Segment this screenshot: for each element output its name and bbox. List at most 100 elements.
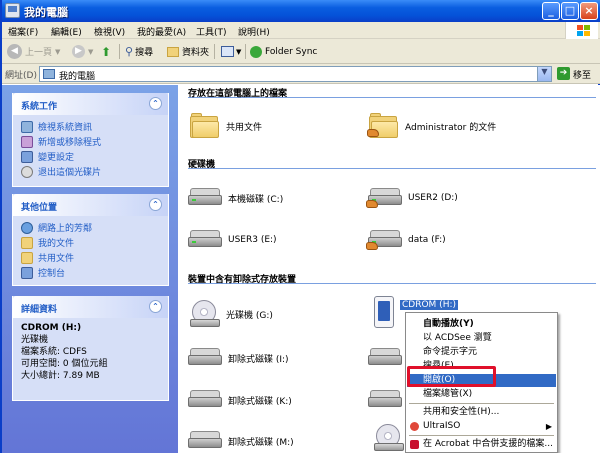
search-icon: ⚲ [125,45,134,58]
ctx-acdsee[interactable]: 以 ACDSee 瀏覽 [407,332,556,345]
place-label: 控制台 [38,269,66,279]
go-arrow-icon[interactable]: ➔ [557,67,570,80]
search-button[interactable]: ⚲ 搜尋 [125,43,153,60]
minimize-button[interactable]: _ [542,2,560,20]
menu-favorites[interactable]: 我的最愛(A) [137,25,186,38]
system-tasks-title: 系統工作 [21,102,58,112]
forward-button[interactable]: ▶ ▼ [72,43,93,60]
ctx-explorer[interactable]: 檔案總管(X) [407,388,556,401]
address-bar: 網址(D) 我的電腦 ▼ ➔ 移至 [2,64,600,84]
item-label: 卸除式磁碟 (K:) [228,396,292,407]
item-label: CDROM (H:) [400,300,458,310]
close-button[interactable]: × [580,2,598,20]
system-tasks-panel: 系統工作 ⌃ 檢視系統資訊 新增或移除程式 變更設定 退出這個光碟片 [12,93,169,187]
drive-g[interactable]: 光碟機 (G:) [190,297,273,331]
hard-drive-icon [188,230,222,250]
menu-view[interactable]: 檢視(V) [94,25,125,38]
ctx-sharing-security[interactable]: 共用和安全性(H)... [407,406,556,419]
folder-icon [21,251,33,264]
ctx-autoplay[interactable]: 自動播放(Y) [407,318,556,331]
folders-label: 資料夾 [182,48,210,58]
acrobat-icon [410,440,419,449]
control-panel-icon [21,266,33,279]
views-icon [221,46,234,57]
item-label: USER2 (D:) [408,193,458,203]
my-computer-icon [5,3,20,18]
place-my-documents[interactable]: 我的文件 [21,235,160,250]
removable-drive-right-2[interactable] [368,383,402,417]
menu-edit[interactable]: 編輯(E) [51,25,82,38]
ctx-ultraiso[interactable]: UltraISO ▶ [407,420,556,433]
menu-tools[interactable]: 工具(T) [196,25,227,38]
drive-c[interactable]: 本機磁碟 (C:) [188,181,283,215]
folder-shared-documents[interactable]: 共用文件 [190,109,262,143]
forward-arrow-icon: ▶ [72,45,85,58]
collapse-icon[interactable]: ⌃ [149,198,162,211]
removable-drive-icon [368,348,402,368]
section-hdd: 硬碟機 [188,157,596,170]
back-button[interactable]: ◀ 上一頁 ▼ [7,43,60,60]
device-icon [374,296,394,328]
other-places-header[interactable]: 其他位置 ⌃ [13,194,168,216]
address-field[interactable]: 我的電腦 ▼ [39,66,552,82]
removable-drive-icon [368,390,402,410]
address-value: 我的電腦 [59,72,96,82]
item-label: 卸除式磁碟 (M:) [228,437,294,448]
chevron-down-icon: ▼ [88,47,94,56]
system-tasks-header[interactable]: 系統工作 ⌃ [13,93,168,115]
folder-icon [367,113,399,139]
drive-i[interactable]: 卸除式磁碟 (I:) [188,341,289,375]
item-label: data (F:) [408,235,446,245]
task-view-system-info[interactable]: 檢視系統資訊 [21,119,160,134]
item-label: Administrator 的文件 [405,122,497,133]
place-shared-documents[interactable]: 共用文件 [21,250,160,265]
other-places-panel: 其他位置 ⌃ 網路上的芳鄰 我的文件 共用文件 控制台 [12,194,169,286]
cd-drive-right[interactable] [374,421,404,453]
go-button[interactable]: 移至 [573,68,591,81]
views-button[interactable]: ▼ [221,43,241,60]
hard-drive-icon [188,188,222,208]
menu-help[interactable]: 說明(H) [238,25,270,38]
drive-f[interactable]: data (F:) [366,223,446,257]
details-header[interactable]: 詳細資料 ⌃ [13,296,168,318]
place-control-panel[interactable]: 控制台 [21,265,160,280]
cd-drive-icon [374,423,404,453]
menu-file[interactable]: 檔案(F) [8,25,38,38]
folders-button[interactable]: 資料夾 [167,43,209,60]
folder-admin-documents[interactable]: Administrator 的文件 [367,109,497,143]
ctx-command-prompt[interactable]: 命令提示字元 [407,346,556,359]
drive-d[interactable]: USER2 (D:) [366,181,458,215]
removable-drive-icon [188,348,222,368]
task-add-remove-programs[interactable]: 新增或移除程式 [21,134,160,149]
place-network[interactable]: 網路上的芳鄰 [21,220,160,235]
toolbar: ◀ 上一頁 ▼ ▶ ▼ ⬆ ⚲ 搜尋 資料夾 ▼ Folder Sync [2,39,600,64]
detail-filesystem: 檔案系統: CDFS [21,347,87,357]
folder-sync-button[interactable]: Folder Sync [250,43,317,60]
search-label: 搜尋 [135,48,154,58]
maximize-button[interactable]: □ [561,2,579,20]
drive-m[interactable]: 卸除式磁碟 (M:) [188,424,294,453]
title-bar[interactable]: 我的電腦 _ □ × [2,0,600,22]
details-title: 詳細資料 [21,305,58,315]
folder-icon [21,236,33,249]
item-label: USER3 (E:) [228,235,277,245]
up-folder-button[interactable]: ⬆ [101,43,111,60]
task-label: 新增或移除程式 [38,138,102,148]
removable-drive-right-1[interactable] [368,341,402,375]
task-eject-disc[interactable]: 退出這個光碟片 [21,164,160,179]
explorer-window: 我的電腦 _ □ × 檔案(F) 編輯(E) 檢視(V) 我的最愛(A) 工具(… [0,0,600,453]
address-dropdown-button[interactable]: ▼ [537,67,551,81]
drive-k[interactable]: 卸除式磁碟 (K:) [188,383,292,417]
place-label: 共用文件 [38,254,75,264]
drive-e[interactable]: USER3 (E:) [188,223,277,257]
ctx-acrobat-combine[interactable]: 在 Acrobat 中合併支援的檔案... [407,438,556,451]
shared-hard-drive-icon [366,230,402,250]
collapse-icon[interactable]: ⌃ [149,300,162,313]
eject-disc-icon [21,165,33,178]
other-places-title: 其他位置 [21,203,58,213]
section-removable: 裝置中含有卸除式存放裝置 [188,272,596,285]
item-label: 共用文件 [226,122,263,133]
collapse-icon[interactable]: ⌃ [149,97,162,110]
place-label: 我的文件 [38,239,75,249]
task-change-settings[interactable]: 變更設定 [21,149,160,164]
